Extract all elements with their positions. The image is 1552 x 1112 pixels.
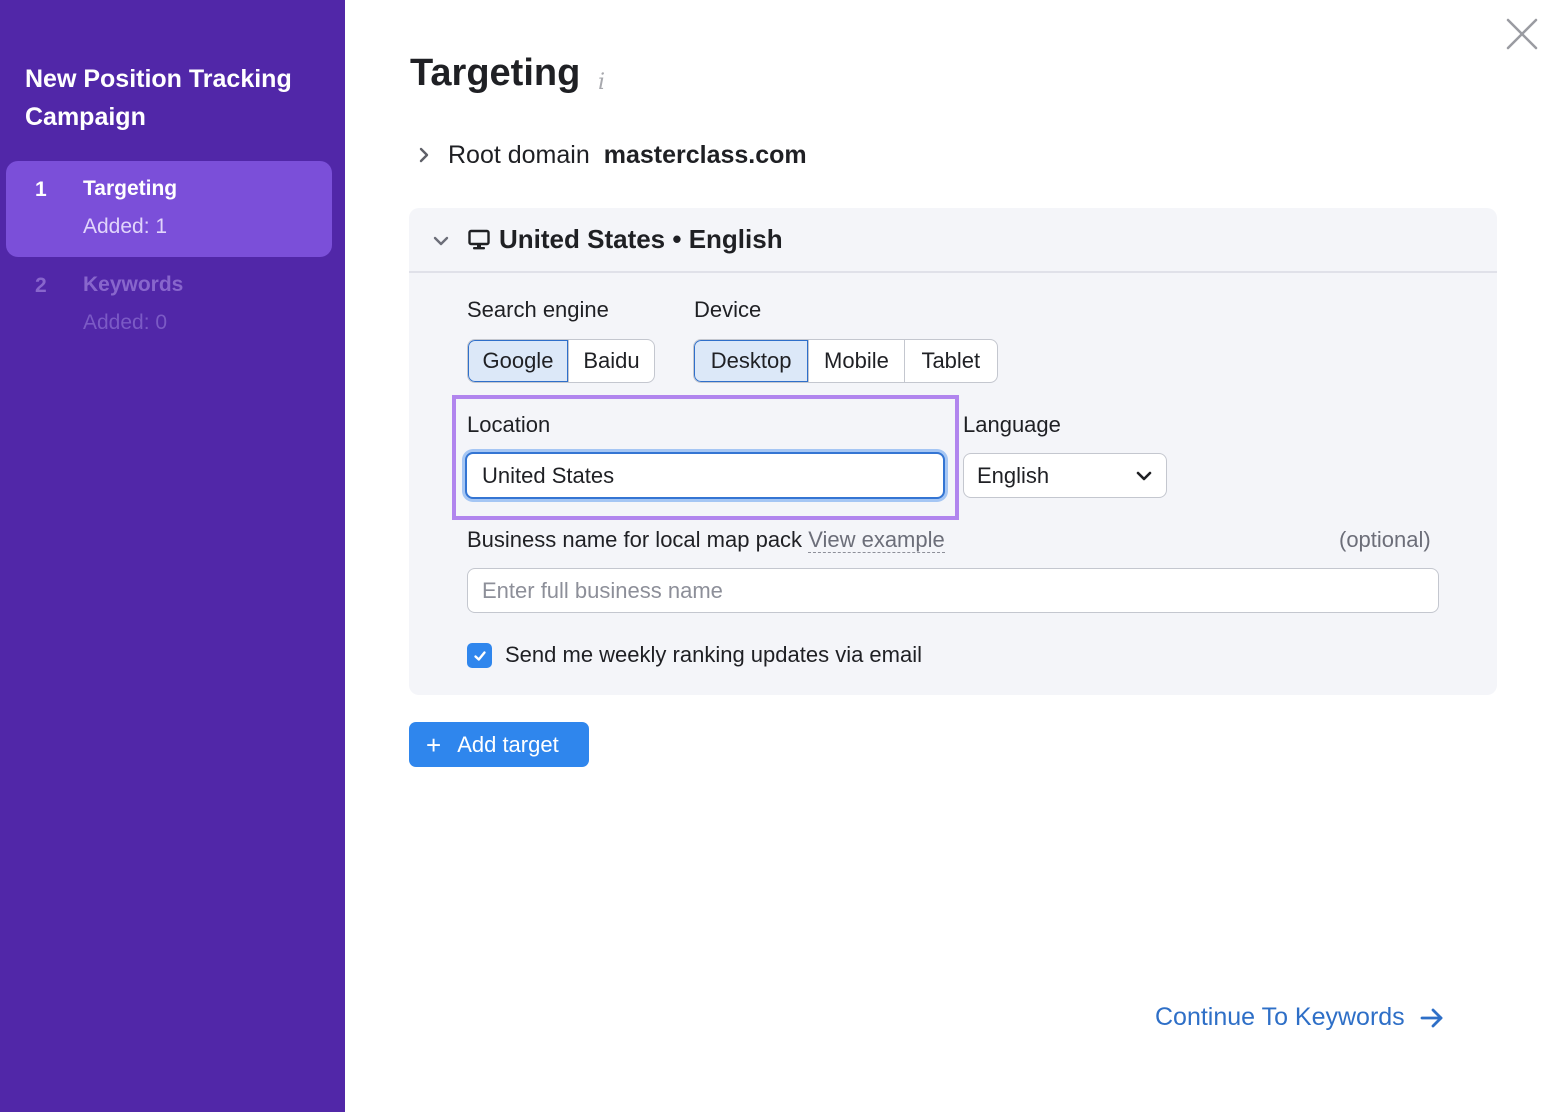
add-target-button[interactable]: + Add target — [409, 722, 589, 767]
location-label: Location — [467, 412, 551, 437]
page-title: Targeting — [410, 52, 581, 94]
monitor-icon — [468, 229, 490, 250]
step-count: Added: 0 — [83, 311, 168, 334]
step-number: 2 — [35, 274, 47, 297]
step-label: Targeting — [83, 177, 178, 200]
step-count: Added: 1 — [83, 215, 168, 238]
chevron-down-icon — [1136, 471, 1152, 481]
target-card-header[interactable]: United States • English — [409, 208, 1497, 273]
campaign-title: New Position Tracking Campaign — [25, 65, 292, 131]
continue-to-keywords-button[interactable]: Continue To Keywords — [1155, 1003, 1445, 1032]
device-mobile[interactable]: Mobile — [809, 340, 905, 382]
optional-label: (optional) — [1339, 527, 1431, 552]
root-domain-label: Root domain — [448, 140, 590, 169]
add-target-label: Add target — [457, 731, 559, 757]
business-name-input[interactable] — [467, 568, 1439, 613]
step-targeting[interactable]: 1 Targeting Added: 1 — [6, 161, 332, 257]
search-engine-label: Search engine — [467, 297, 609, 322]
info-icon[interactable]: i — [598, 70, 605, 95]
business-name-label-row: Business name for local map pack View ex… — [467, 527, 945, 553]
plus-icon: + — [426, 729, 442, 760]
close-icon — [1506, 18, 1538, 50]
weekly-updates-checkbox[interactable] — [467, 643, 492, 668]
sidebar: New Position Tracking Campaign 1 Targeti… — [0, 0, 345, 1112]
device-desktop[interactable]: Desktop — [694, 340, 810, 382]
search-engine-google[interactable]: Google — [468, 340, 569, 382]
chevron-right-icon — [419, 147, 429, 163]
language-value: English — [977, 462, 1050, 488]
device-label: Device — [694, 297, 762, 322]
chevron-down-icon — [433, 236, 449, 246]
view-example-link[interactable]: View example — [808, 527, 945, 553]
weekly-updates-label[interactable]: Send me weekly ranking updates via email — [505, 642, 922, 668]
root-domain-value: masterclass.com — [603, 140, 807, 169]
search-engine-selector: Google Baidu — [467, 339, 655, 383]
language-select[interactable]: English — [963, 453, 1167, 498]
location-input[interactable] — [465, 452, 945, 499]
root-domain-row[interactable]: Root domain masterclass.com — [412, 138, 807, 172]
step-number: 1 — [35, 178, 47, 201]
close-button[interactable] — [1504, 16, 1540, 52]
language-label: Language — [963, 412, 1061, 437]
business-name-label: Business name for local map pack — [467, 527, 803, 552]
device-selector: Desktop Mobile Tablet — [693, 339, 998, 383]
continue-label: Continue To Keywords — [1155, 1003, 1405, 1031]
step-label: Keywords — [83, 273, 184, 296]
step-keywords[interactable]: 2 Keywords Added: 0 — [6, 257, 332, 353]
target-title: United States • English — [499, 224, 783, 254]
device-tablet[interactable]: Tablet — [905, 340, 997, 382]
arrow-right-icon — [1420, 1008, 1443, 1027]
search-engine-baidu[interactable]: Baidu — [569, 340, 654, 382]
checkmark-icon — [473, 650, 486, 661]
